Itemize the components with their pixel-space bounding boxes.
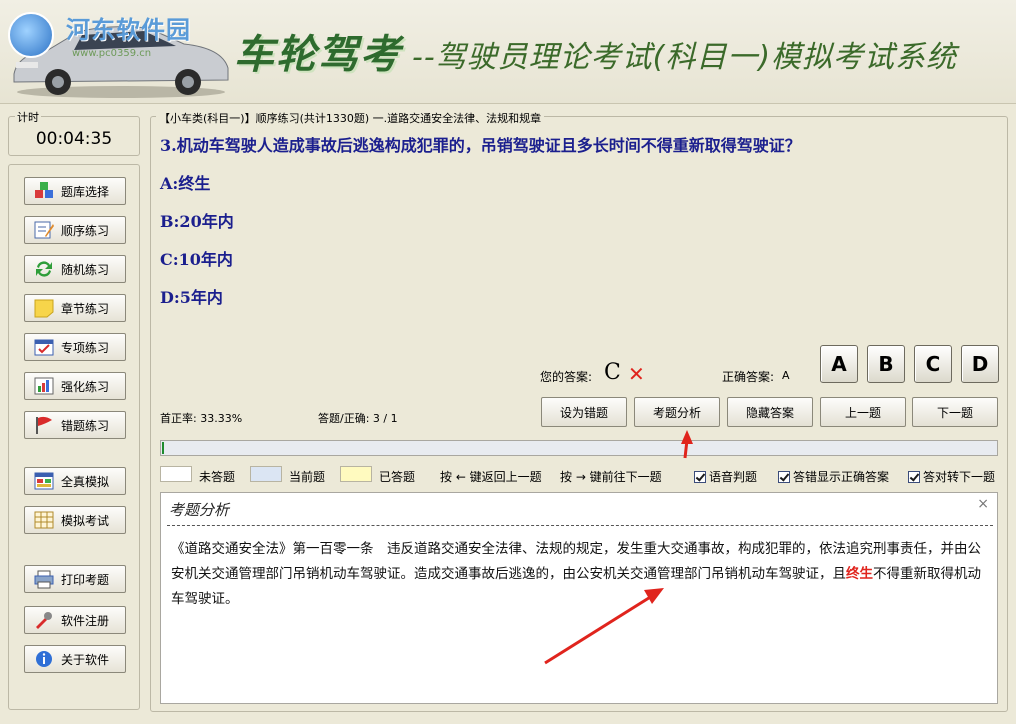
checkbox-label: 答对转下一题 [923, 470, 996, 484]
wrench-icon [33, 610, 55, 630]
hint-prev-key: 按 ← 键返回上一题 [440, 470, 542, 484]
progress-fill [162, 442, 164, 454]
answered-correct-stat: 答题/正确: 3 / 1 [318, 412, 398, 425]
nav-chapter-practice-button[interactable]: 章节练习 [24, 294, 126, 322]
analysis-title: 考题分析 [169, 501, 230, 519]
wrong-cross-icon: ✕ [628, 362, 645, 386]
analysis-divider [167, 525, 993, 526]
nav-about-button[interactable]: 关于软件 [24, 645, 126, 673]
option-c[interactable]: C:10年内 [160, 246, 233, 270]
progress-bar [160, 440, 998, 456]
nav-label: 题库选择 [61, 184, 110, 199]
analysis-highlight: 终生 [846, 566, 873, 582]
nav-register-button[interactable]: 软件注册 [24, 606, 126, 634]
answer-b-button[interactable]: B [867, 345, 905, 383]
legend-answered-swatch [340, 466, 372, 482]
nav-label: 随机练习 [61, 262, 110, 277]
nav-label: 顺序练习 [61, 223, 110, 238]
option-d[interactable]: D:5年内 [160, 284, 223, 308]
checkbox-checked-icon [908, 470, 920, 483]
analysis-text: 《道路交通安全法》第一百零一条 违反道路交通安全法律、法规的规定，发生重大交通事… [171, 537, 991, 612]
nav-label: 模拟考试 [61, 513, 110, 528]
close-icon[interactable]: × [977, 496, 989, 512]
nav-full-simulation-button[interactable]: 全真模拟 [24, 467, 126, 495]
correct-answer-label: 正确答案: [722, 370, 775, 384]
nav-mock-exam-button[interactable]: 模拟考试 [24, 506, 126, 534]
hint-next-key: 按 → 键前往下一题 [560, 470, 662, 484]
app-header: 河东软件园 www.pc0359.cn 车轮驾考 --驾驶员理论考试(科目一)模… [0, 0, 1016, 104]
site-watermark: 河东软件园 [66, 15, 191, 44]
show-correct-on-wrong-checkbox[interactable]: 答错显示正确答案 [778, 468, 889, 485]
nav-label: 强化练习 [61, 379, 110, 394]
nav-print-button[interactable]: 打印考题 [24, 565, 126, 593]
site-logo-icon [8, 12, 54, 58]
refresh-arrows-icon [33, 259, 55, 279]
calendar-grid-icon [33, 510, 55, 530]
nav-label: 关于软件 [61, 652, 110, 667]
nav-wrong-practice-button[interactable]: 错题练习 [24, 411, 126, 439]
pencil-note-icon [33, 220, 55, 240]
nav-label: 专项练习 [61, 340, 110, 355]
correct-answer-value: A [782, 369, 790, 382]
your-answer-value: C [604, 360, 621, 385]
prev-question-button[interactable]: 上一题 [820, 397, 906, 427]
mark-wrong-button[interactable]: 设为错题 [541, 397, 627, 427]
red-flag-icon [33, 415, 55, 435]
breadcrumb: 【小车类(科目一)】顺序练习(共计1330题) 一.道路交通安全法律、法规和规章 [156, 110, 545, 126]
analysis-panel: 考题分析 × 《道路交通安全法》第一百零一条 违反道路交通安全法律、法规的规定，… [160, 492, 998, 704]
nav-panel: 题库选择 顺序练习 随机练习 章节练习 专项练习 强化练习 错题练习 全真模拟 … [8, 164, 140, 710]
option-b[interactable]: B:20年内 [160, 208, 234, 232]
answer-c-button[interactable]: C [914, 345, 952, 383]
checkbox-checked-icon [694, 470, 706, 483]
checkbox-checked-icon [778, 470, 790, 483]
site-url: www.pc0359.cn [72, 48, 152, 59]
legend-unanswered-swatch [160, 466, 192, 482]
bar-chart-icon [33, 376, 55, 396]
printer-icon [33, 569, 55, 589]
app-subtitle: --驾驶员理论考试(科目一)模拟考试系统 [412, 40, 958, 75]
your-answer-label: 您的答案: [540, 370, 593, 384]
nav-intensive-practice-button[interactable]: 强化练习 [24, 372, 126, 400]
nav-special-practice-button[interactable]: 专项练习 [24, 333, 126, 361]
legend-current-swatch [250, 466, 282, 482]
answer-a-button[interactable]: A [820, 345, 858, 383]
nav-random-practice-button[interactable]: 随机练习 [24, 255, 126, 283]
option-a[interactable]: A:终生 [160, 170, 210, 194]
voice-judge-checkbox[interactable]: 语音判题 [694, 468, 757, 485]
nav-question-bank-button[interactable]: 题库选择 [24, 177, 126, 205]
timer-value: 00:04:35 [35, 129, 113, 149]
auto-next-on-correct-checkbox[interactable]: 答对转下一题 [908, 468, 995, 485]
nav-label: 章节练习 [61, 301, 110, 316]
legend-unanswered-label: 未答题 [199, 470, 236, 484]
legend-current-label: 当前题 [289, 470, 326, 484]
hide-answer-button[interactable]: 隐藏答案 [727, 397, 813, 427]
nav-label: 软件注册 [61, 613, 110, 628]
info-icon [33, 649, 55, 669]
timer-label: 计时 [15, 109, 41, 125]
next-question-button[interactable]: 下一题 [912, 397, 998, 427]
nav-sequential-practice-button[interactable]: 顺序练习 [24, 216, 126, 244]
accuracy-stat: 首正率: 33.33% [160, 412, 243, 425]
checkbox-calendar-icon [33, 337, 55, 357]
question-text: 3.机动车驾驶人造成事故后逃逸构成犯罪的，吊销驾驶证且多长时间不得重新取得驾驶证… [160, 136, 801, 155]
analysis-button[interactable]: 考题分析 [634, 397, 720, 427]
window-grid-icon [33, 471, 55, 491]
sticky-note-icon [33, 298, 55, 318]
nav-label: 打印考题 [61, 572, 110, 587]
answer-d-button[interactable]: D [961, 345, 999, 383]
app-brand-title: 车轮驾考 [234, 32, 402, 78]
checkbox-label: 答错显示正确答案 [793, 470, 890, 484]
question-bank-icon [33, 181, 55, 201]
nav-label: 全真模拟 [61, 474, 110, 489]
nav-label: 错题练习 [61, 418, 110, 433]
legend-answered-label: 已答题 [379, 470, 416, 484]
checkbox-label: 语音判题 [709, 470, 758, 484]
timer-group: 计时 00:04:35 [8, 109, 140, 156]
